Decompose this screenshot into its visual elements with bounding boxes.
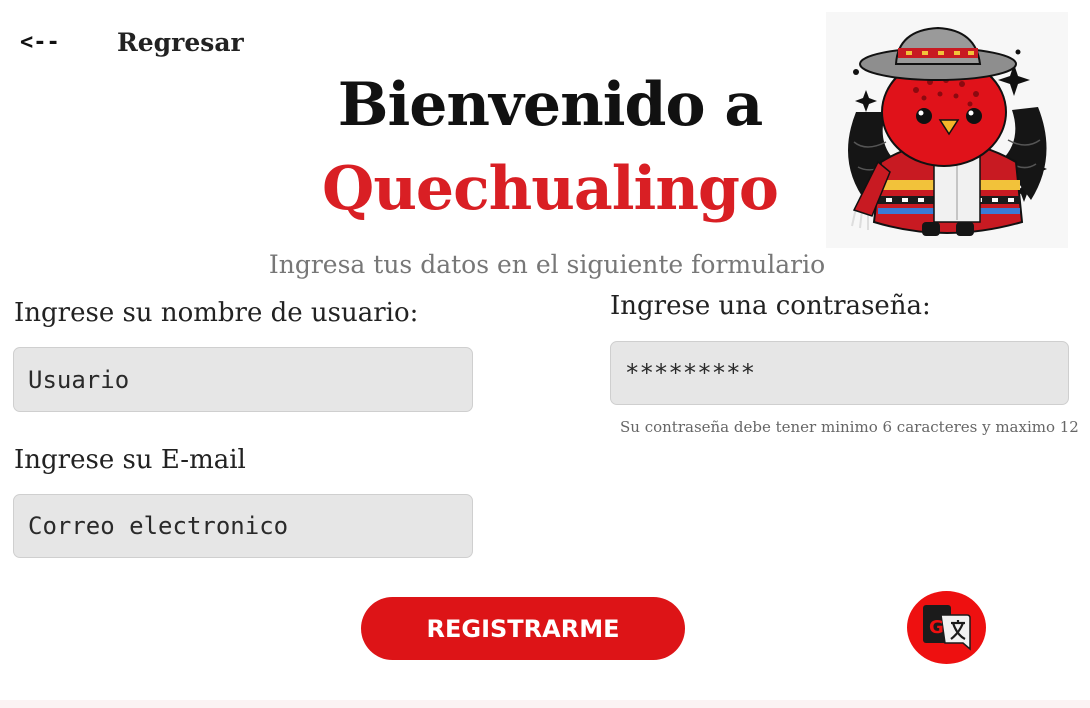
password-hint: Su contraseña debe tener minimo 6 caract… [620, 418, 1079, 436]
email-input[interactable] [13, 494, 473, 558]
register-button[interactable]: REGISTRARME [361, 597, 685, 660]
username-input[interactable] [13, 347, 473, 412]
back-arrow-icon[interactable]: <-- [20, 30, 60, 55]
mascot-image [826, 12, 1068, 248]
page-subtitle: Ingresa tus datos en el siguiente formul… [268, 250, 826, 279]
google-translate-icon: G [923, 605, 971, 651]
email-label: Ingrese su E-mail [14, 445, 246, 475]
app-name-title: Quechualingo [322, 154, 779, 224]
password-input[interactable] [610, 341, 1069, 405]
back-link[interactable]: Regresar [117, 28, 244, 57]
bird-mascot-icon [848, 26, 1047, 236]
translate-button[interactable]: G [907, 591, 986, 664]
svg-text:G: G [929, 617, 944, 638]
footer-strip [0, 700, 1090, 708]
page-title: Bienvenido a [337, 70, 764, 140]
username-label: Ingrese su nombre de usuario: [14, 298, 419, 328]
password-label: Ingrese una contraseña: [610, 291, 931, 321]
